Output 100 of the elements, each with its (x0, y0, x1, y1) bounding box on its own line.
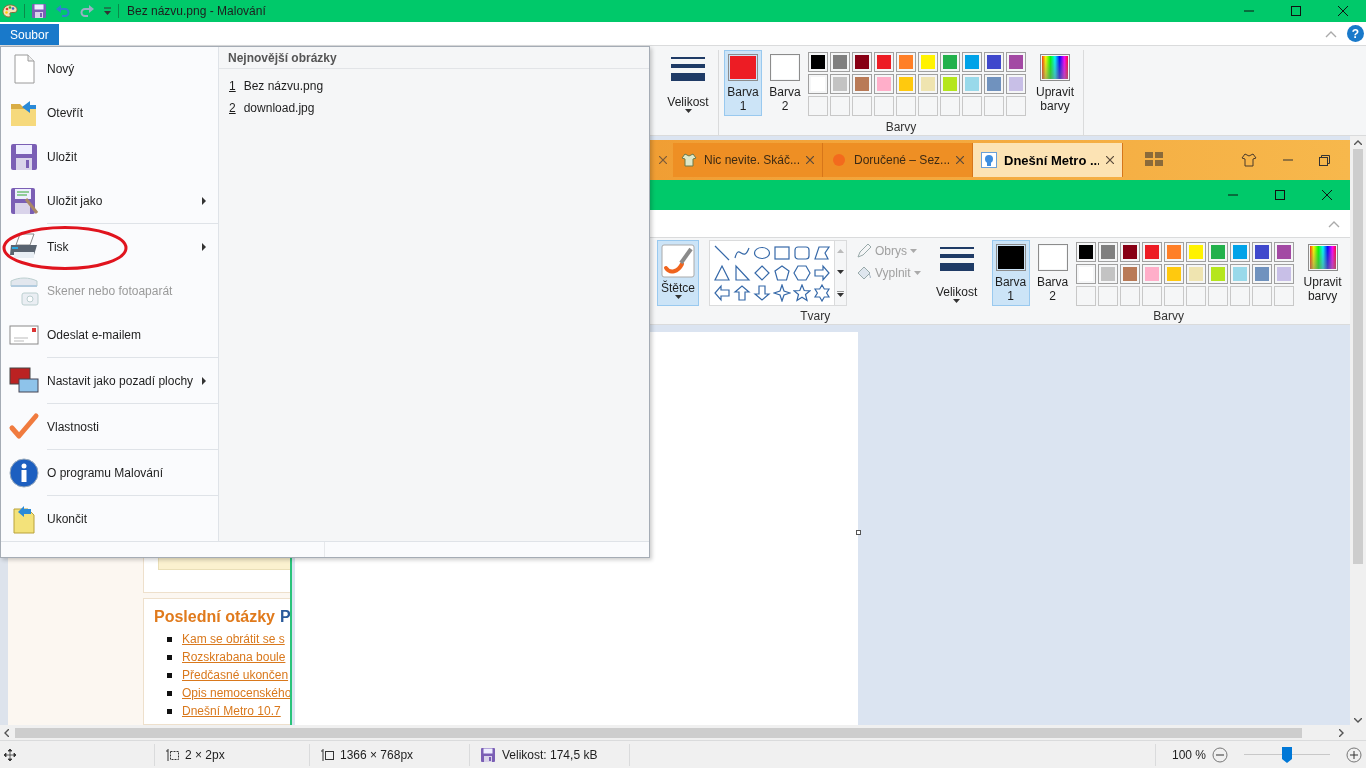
scroll-up-icon[interactable] (1354, 140, 1362, 145)
menu-item[interactable]: Otevřít (1, 91, 217, 135)
menu-item[interactable]: Vlastnosti (1, 405, 217, 449)
color-swatch[interactable] (896, 74, 916, 94)
color-swatch[interactable] (1141, 264, 1162, 284)
empty-swatch[interactable] (1006, 96, 1026, 116)
color-swatch[interactable] (1185, 242, 1206, 262)
color-swatch[interactable] (1185, 264, 1206, 284)
close-icon[interactable] (659, 156, 667, 164)
color-swatch[interactable] (940, 74, 960, 94)
browser-tab[interactable]: Nic nevite. Skáč... (673, 143, 823, 177)
color-swatch[interactable] (874, 74, 894, 94)
color-swatch[interactable] (896, 52, 916, 72)
zoom-out-icon[interactable] (1212, 746, 1228, 763)
help-button[interactable]: ? (1347, 25, 1364, 42)
more-shapes-icon[interactable] (837, 290, 844, 297)
color-swatch[interactable] (1207, 264, 1228, 284)
color-swatch[interactable] (852, 52, 872, 72)
color-swatch[interactable] (1141, 242, 1162, 262)
scroll-down-icon[interactable] (837, 270, 844, 274)
scrollbar-thumb[interactable] (15, 727, 1302, 738)
color-swatch[interactable] (1119, 242, 1140, 262)
color-swatch[interactable] (962, 74, 982, 94)
color-swatch[interactable] (1229, 264, 1250, 284)
tab-grid-icon[interactable] (1145, 151, 1163, 166)
recent-file-item[interactable]: 2 download.jpg (228, 97, 324, 119)
color-swatch[interactable] (1251, 242, 1272, 262)
menu-item[interactable]: Odeslat e-mailem (1, 313, 217, 357)
right-arrow-icon[interactable] (813, 264, 831, 282)
recent-file-item[interactable]: 1 Bez názvu.png (228, 75, 333, 97)
color-swatch[interactable] (1207, 242, 1228, 262)
empty-swatch[interactable] (940, 96, 960, 116)
resize-handle[interactable] (856, 530, 861, 535)
color-swatch[interactable] (874, 52, 894, 72)
close-icon[interactable] (956, 156, 964, 164)
color-swatch[interactable] (1163, 242, 1184, 262)
color-swatch[interactable] (1273, 264, 1294, 284)
empty-swatch[interactable] (808, 96, 828, 116)
size-button[interactable]: Velikost (663, 50, 713, 116)
browser-tab[interactable]: Doručené – Sez... (823, 143, 973, 177)
color-swatch[interactable] (984, 74, 1004, 94)
color-swatch[interactable] (808, 52, 828, 72)
restore-icon[interactable] (1319, 154, 1330, 166)
paint-palette-icon[interactable] (2, 3, 18, 19)
scrollbar-thumb[interactable] (1353, 149, 1363, 564)
menu-item[interactable]: Ukončit (1, 497, 217, 541)
line-icon[interactable] (713, 244, 731, 262)
menu-item[interactable]: Uložit (1, 135, 217, 179)
pentagon-icon[interactable] (773, 264, 791, 282)
color-swatch[interactable] (1075, 242, 1096, 262)
rectangle-icon[interactable] (773, 244, 791, 262)
menu-item[interactable]: Tisk (1, 225, 217, 269)
edit-colors-button[interactable]: Upravit barvy (1299, 240, 1346, 306)
left-arrow-icon[interactable] (713, 284, 731, 302)
scroll-left-icon[interactable] (4, 728, 9, 737)
color-swatch[interactable] (830, 52, 850, 72)
four-point-star-icon[interactable] (773, 284, 791, 302)
empty-swatch[interactable] (896, 96, 916, 116)
close-icon[interactable] (806, 156, 814, 164)
oval-icon[interactable] (753, 244, 771, 262)
size-button[interactable]: Velikost (931, 240, 982, 306)
color-swatch[interactable] (808, 74, 828, 94)
color-swatch[interactable] (1075, 264, 1096, 284)
color-button[interactable]: Barva 2 (766, 50, 804, 116)
color-button[interactable]: Barva 1 (724, 50, 762, 116)
shirt-icon[interactable] (1241, 152, 1257, 168)
collapse-ribbon-icon[interactable] (1325, 29, 1337, 38)
color-swatch[interactable] (962, 52, 982, 72)
color-swatch[interactable] (1006, 74, 1026, 94)
zoom-slider-thumb[interactable] (1282, 746, 1292, 763)
down-arrow-icon[interactable] (753, 284, 771, 302)
empty-swatch[interactable] (918, 96, 938, 116)
color-swatch[interactable] (940, 52, 960, 72)
color-swatch[interactable] (918, 74, 938, 94)
close-icon[interactable] (1106, 156, 1114, 164)
brushes-button[interactable]: Štětce (657, 240, 699, 306)
color-swatch[interactable] (1097, 264, 1118, 284)
color-swatch[interactable] (1119, 264, 1140, 284)
color-swatch[interactable] (1251, 264, 1272, 284)
zoom-in-icon[interactable] (1346, 746, 1362, 763)
six-point-star-icon[interactable] (813, 284, 831, 302)
scroll-right-icon[interactable] (1339, 728, 1344, 737)
color-swatch[interactable] (1097, 242, 1118, 262)
color-button[interactable]: Barva 2 (1033, 240, 1072, 306)
color-swatch[interactable] (984, 52, 1004, 72)
color-swatch[interactable] (1229, 242, 1250, 262)
save-icon[interactable] (31, 3, 47, 19)
menu-item[interactable]: Nový (1, 47, 217, 91)
empty-swatch[interactable] (830, 96, 850, 116)
color-swatch[interactable] (1006, 52, 1026, 72)
color-swatch[interactable] (1273, 242, 1294, 262)
color-swatch[interactable] (830, 74, 850, 94)
file-tab[interactable]: Soubor (0, 24, 59, 45)
collapse-ribbon-icon[interactable] (1328, 219, 1340, 228)
color-button[interactable]: Barva 1 (991, 240, 1030, 306)
empty-swatch[interactable] (962, 96, 982, 116)
browser-tab[interactable]: Dnešní Metro ... (973, 143, 1123, 177)
menu-item[interactable]: Uložit jako (1, 179, 217, 223)
undo-icon[interactable] (55, 3, 71, 19)
menu-item[interactable]: O programu Malování (1, 451, 217, 495)
